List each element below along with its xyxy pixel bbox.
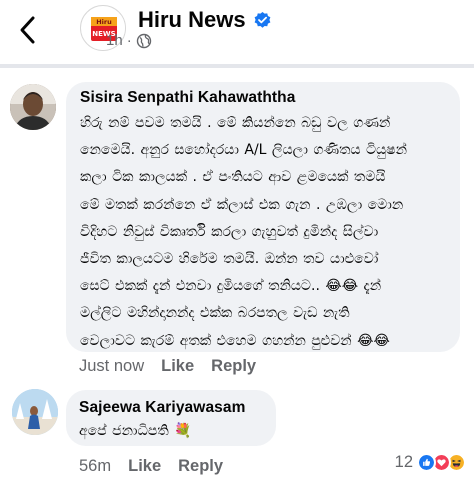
reply-button[interactable]: Reply — [178, 457, 223, 476]
commenter-avatar[interactable] — [10, 84, 56, 130]
comment-time[interactable]: Just now — [79, 357, 144, 376]
comment-author[interactable]: Sajeewa Kariyawasam — [79, 398, 264, 418]
svg-text:Hiru: Hiru — [96, 18, 112, 26]
comment-actions: Just now Like Reply — [79, 357, 273, 376]
reaction-count: 12 — [394, 453, 413, 471]
commenter-avatar[interactable] — [12, 389, 58, 435]
person-photo-icon — [10, 84, 56, 130]
like-button[interactable]: Like — [161, 357, 194, 376]
section-divider — [0, 64, 474, 68]
comment-line: මේ මතක් කරන්නෙ ඒ ක්ලාස් එක ගැන . උඹලා මො… — [80, 196, 404, 213]
like-icon — [417, 453, 436, 472]
comment-line: සෙට් එකක් දැන් එනවා දුමියගේ තනියට.. 😂😂 ද… — [80, 278, 382, 295]
comment-bubble: Sisira Senpathi Kahawaththa හිරු නම් පවම… — [66, 82, 460, 352]
person-photo-icon — [12, 389, 58, 435]
verified-badge-icon — [254, 11, 270, 28]
comment-line: හිරු නම් පවම තමයි . මේ කියන්නෙ බඩු වල ගණ… — [80, 115, 391, 131]
post-header: Hiru NEWS Hiru News 1h · — [0, 0, 474, 70]
comment-line: ජීවිත කාලයටම හිරේම තමයි. ඔන්න තව යාළුවෝ — [80, 251, 379, 268]
comment-actions: 56m Like Reply — [79, 457, 240, 476]
page-name[interactable]: Hiru News — [138, 7, 246, 33]
comment-line: මල්ලිට මහින්දානන්ද එක්ක බරපතල වැඩ නැති — [80, 305, 350, 322]
comment-line: වෙලාවට කැරම් අතක් එහෙම ගහන්න පුළුවන් 😂😂 — [80, 332, 390, 349]
comment-line: කලා ටික කාලයක් . ඒ පංතියට ආව ළමයෙක් තමයි — [80, 169, 386, 186]
comment-text: අපේ ජනාධිපති 💐 — [79, 423, 192, 439]
post-meta: 1h · — [106, 32, 152, 49]
comment-text: හිරු නම් පවම තමයි . මේ කියන්නෙ බඩු වල ගණ… — [80, 110, 448, 355]
comment-line: විදිහට නිවුස් විකෘර්ති කරලා ගැහුවත් දුමි… — [80, 223, 379, 240]
page-name-row: Hiru News — [138, 7, 272, 33]
comment-line: නෙමෙයි. අනුර සහෝදරයා A/L ලියලා ගණිතය ටිය… — [80, 142, 408, 159]
comment-time[interactable]: 56m — [79, 457, 111, 476]
like-button[interactable]: Like — [128, 457, 161, 476]
globe-icon — [136, 33, 151, 48]
separator-dot: · — [126, 32, 132, 49]
reaction-summary[interactable]: 12 — [395, 453, 466, 472]
comment-bubble: Sajeewa Kariyawasam අපේ ජනාධිපති 💐 — [66, 390, 276, 446]
reply-button[interactable]: Reply — [211, 357, 256, 376]
comment-author[interactable]: Sisira Senpathi Kahawaththa — [80, 88, 448, 108]
post-time[interactable]: 1h — [106, 32, 123, 49]
back-arrow-icon[interactable] — [14, 14, 42, 46]
